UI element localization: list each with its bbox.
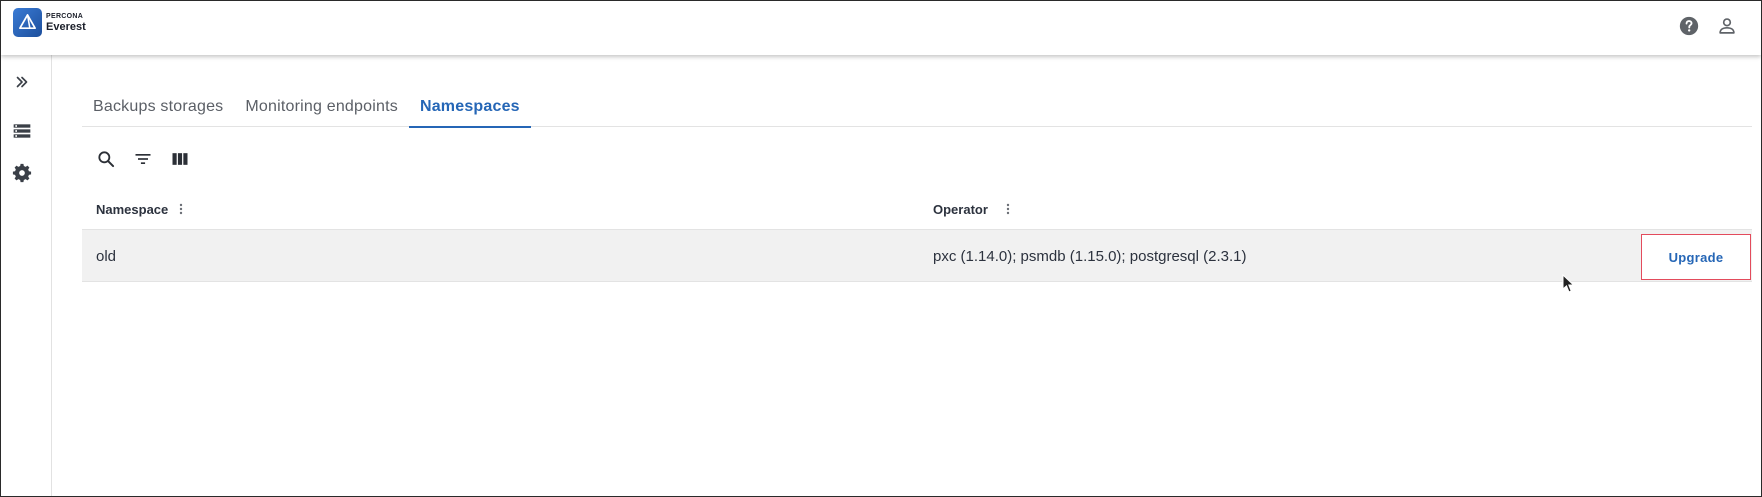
logo-mark-icon bbox=[13, 8, 42, 37]
table-row[interactable]: old pxc (1.14.0); psmdb (1.15.0); postgr… bbox=[82, 230, 1752, 282]
operator-cell: pxc (1.14.0); psmdb (1.15.0); postgresql… bbox=[933, 247, 1247, 265]
table-header: Namespace Operator bbox=[82, 188, 1752, 230]
upgrade-button[interactable]: Upgrade bbox=[1641, 234, 1751, 280]
settings-tabs: Backups storages Monitoring endpoints Na… bbox=[82, 91, 1752, 128]
main-content: Backups storages Monitoring endpoints Na… bbox=[52, 55, 1761, 496]
table-toolbar bbox=[94, 147, 192, 171]
logo-product-text: Everest bbox=[46, 20, 86, 33]
help-icon[interactable] bbox=[1677, 14, 1701, 38]
columns-icon[interactable] bbox=[168, 147, 192, 171]
namespaces-table: Namespace Operator old pxc (1.14.0); psm… bbox=[82, 188, 1752, 282]
app-window: PERCONA Everest Backups storages Monitor… bbox=[0, 0, 1762, 497]
column-menu-icon[interactable] bbox=[1000, 201, 1016, 217]
search-icon[interactable] bbox=[94, 147, 118, 171]
namespace-cell: old bbox=[96, 247, 117, 265]
expand-double-chevron-icon[interactable] bbox=[10, 70, 34, 94]
logo-brand-text: PERCONA bbox=[46, 12, 84, 20]
tab-monitoring-endpoints[interactable]: Monitoring endpoints bbox=[234, 91, 409, 127]
percona-everest-logo[interactable]: PERCONA Everest bbox=[13, 8, 86, 37]
header-actions bbox=[1677, 14, 1739, 38]
column-menu-icon[interactable] bbox=[173, 201, 189, 217]
column-header-namespace[interactable]: Namespace bbox=[96, 188, 168, 230]
filter-icon[interactable] bbox=[131, 147, 155, 171]
tab-namespaces[interactable]: Namespaces bbox=[408, 91, 531, 128]
logo-wordmark: PERCONA Everest bbox=[46, 13, 86, 33]
sidebar bbox=[1, 55, 52, 496]
tab-backups-storages[interactable]: Backups storages bbox=[82, 91, 234, 127]
databases-list-icon[interactable] bbox=[10, 119, 34, 143]
settings-gear-icon[interactable] bbox=[10, 161, 34, 185]
account-icon[interactable] bbox=[1715, 14, 1739, 38]
column-header-operator[interactable]: Operator bbox=[933, 188, 988, 230]
top-app-bar: PERCONA Everest bbox=[1, 1, 1761, 55]
